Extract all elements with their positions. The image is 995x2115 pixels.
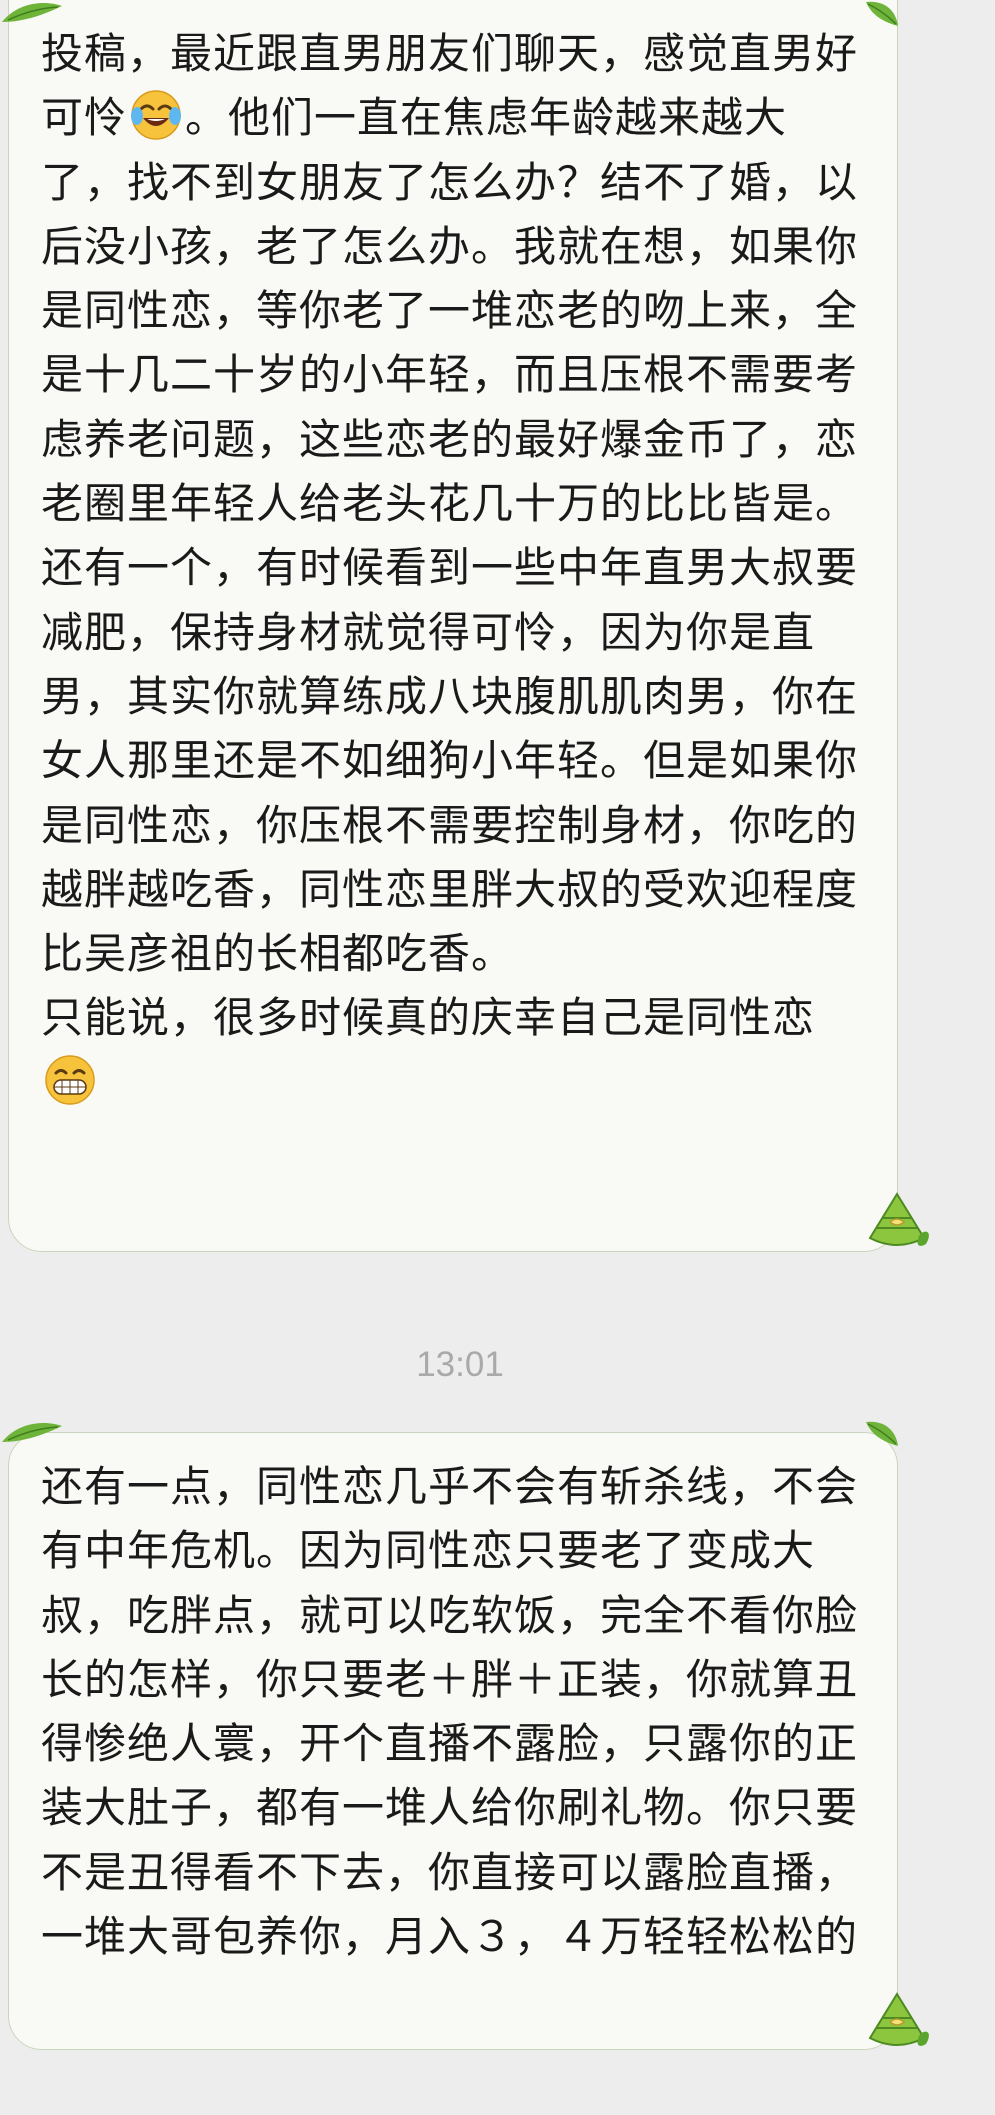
leaf-icon (2, 1423, 62, 1442)
face-with-tears-of-joy-icon (131, 90, 182, 141)
grinning-face-icon (45, 1055, 95, 1105)
leaf-icon (866, 1, 898, 27)
message-bubble[interactable]: 还有一点，同性恋几乎不会有斩杀线，不会有中年危机。因为同性恋只要老了变成大叔，吃… (8, 1432, 898, 2050)
message-text: 投稿，最近跟直男朋友们聊天，感觉直男好可怜 。他们一直在焦虑年龄越来越大了，找不… (41, 22, 859, 1115)
message-text: 还有一点，同性恋几乎不会有斩杀线，不会有中年危机。因为同性恋只要老了变成大叔，吃… (41, 1462, 859, 1962)
leaf-icon (2, 3, 62, 22)
message-timestamp: 13:01 (416, 1345, 504, 1384)
leaf-icon (866, 1421, 898, 1446)
zongzi-icon (868, 1992, 929, 2046)
message-bubble[interactable]: 投稿，最近跟直男朋友们聊天，感觉直男好可怜 。他们一直在焦虑年龄越来越大了，找不… (8, 0, 898, 1252)
zongzi-icon (868, 1192, 929, 1246)
